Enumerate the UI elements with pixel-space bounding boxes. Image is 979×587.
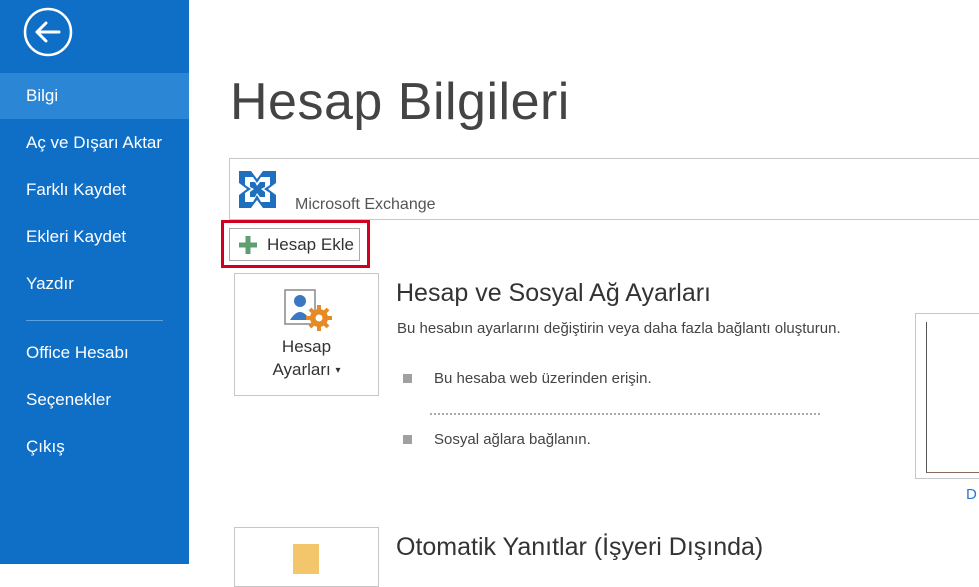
tile-label-line1: Hesap [281,337,332,356]
nav-item-ekleri-kaydet[interactable]: Ekleri Kaydet [0,214,189,260]
bullet-icon [403,435,412,444]
bullet-icon [403,374,412,383]
account-settings-button[interactable]: Hesap Ayarları ▾ [234,273,379,396]
add-account-label: Hesap Ekle [267,235,354,254]
backstage-sidebar: Bilgi Aç ve Dışarı Aktar Farklı Kaydet E… [0,0,189,564]
nav-item-ac-ve-disari-aktar[interactable]: Aç ve Dışarı Aktar [0,120,189,166]
nav-item-secenekler[interactable]: Seçenekler [0,377,189,423]
plus-icon [239,236,257,254]
account-selector[interactable]: Microsoft Exchange [229,158,979,220]
nav-item-farkli-kaydet[interactable]: Farklı Kaydet [0,167,189,213]
dropdown-caret-icon: ▾ [335,365,341,377]
nav-item-office-hesabi[interactable]: Office Hesabı [0,330,189,376]
preview-link[interactable]: D [966,486,977,503]
automatic-replies-icon [293,544,319,574]
bullet-text-social[interactable]: Sosyal ağlara bağlanın. [434,431,591,448]
account-type: Microsoft Exchange [295,196,436,213]
section-title-account-settings: Hesap ve Sosyal Ağ Ayarları [396,279,711,307]
bullet-text-web-access[interactable]: Bu hesaba web üzerinden erişin. [434,370,652,387]
section-description: Bu hesabın ayarlarını değiştirin veya da… [397,320,841,337]
nav-item-yazdir[interactable]: Yazdır [0,261,189,307]
tile-label-line2: Ayarları ▾ [272,360,341,379]
obscured-line [430,413,820,419]
page-title: Hesap Bilgileri [230,73,570,131]
nav-divider [26,320,163,321]
automatic-replies-button[interactable] [234,527,379,587]
account-settings-icon [284,289,332,331]
section-title-automatic-replies: Otomatik Yanıtlar (İşyeri Dışında) [396,533,764,561]
preview-thumbnail [915,313,979,479]
add-account-button[interactable]: Hesap Ekle [229,228,360,261]
nav-item-bilgi[interactable]: Bilgi [0,73,189,119]
exchange-icon [237,169,278,210]
back-arrow-icon[interactable] [23,7,73,57]
nav-item-cikis[interactable]: Çıkış [0,424,189,470]
